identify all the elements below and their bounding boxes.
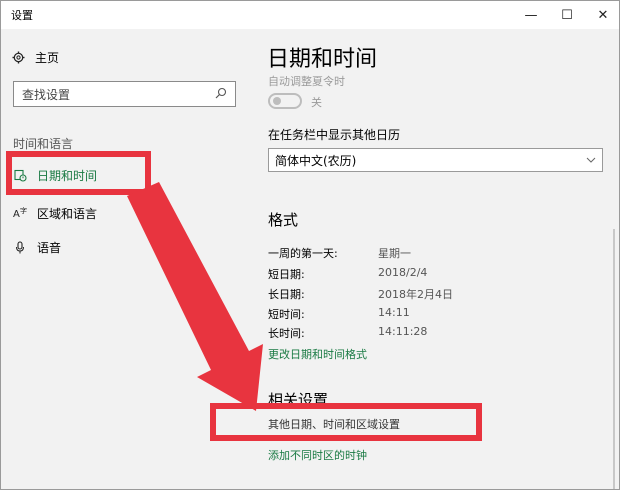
calendar-label: 在任务栏中显示其他日历 [268, 128, 401, 142]
change-format-link[interactable]: 更改日期和时间格式 [268, 346, 367, 362]
sidebar-item-label: 区域和语言 [37, 206, 98, 221]
language-icon: A字 [13, 207, 27, 220]
format-row: 一周的第一天: 星期一 [268, 245, 411, 261]
svg-text:字: 字 [20, 207, 27, 215]
sidebar-item-label: 语音 [37, 240, 62, 255]
format-label: 短日期: [268, 268, 305, 281]
add-clocks-link[interactable]: 添加不同时区的时钟 [268, 447, 367, 463]
format-row: 短时间: 14:11 [268, 306, 410, 322]
toggle-knob [273, 97, 281, 105]
sidebar-item-region-language[interactable]: A字 区域和语言 [13, 201, 97, 225]
auto-dst-label: 自动调整夏令时 [268, 75, 345, 88]
calendar-value: 简体中文(农历) [275, 153, 357, 168]
page-title: 日期和时间 [267, 47, 378, 72]
calendar-select[interactable]: 简体中文(农历) [268, 148, 603, 172]
format-value: 2018年2月4日 [378, 288, 453, 301]
format-value: 14:11 [378, 306, 410, 319]
format-row: 长日期: 2018年2月4日 [268, 286, 453, 302]
title-bar: 设置 — ☐ ✕ [1, 1, 619, 29]
format-label: 短时间: [268, 308, 305, 321]
gear-icon [11, 51, 25, 64]
annotation-box-sidebar [6, 151, 151, 195]
format-row: 短日期: 2018/2/4 [268, 266, 427, 282]
microphone-icon [13, 240, 27, 254]
auto-dst-state: 关 [311, 96, 322, 109]
format-label: 长日期: [268, 288, 305, 301]
search-input[interactable]: 查找设置 [13, 81, 236, 107]
search-icon[interactable] [215, 87, 227, 102]
scrollbar[interactable] [613, 229, 615, 489]
settings-window: 设置 — ☐ ✕ 主页 查找设置 时间和语言 日期和时间 A字 区域和语言 语音… [0, 0, 620, 490]
sidebar-item-speech[interactable]: 语音 [13, 235, 61, 259]
home-link[interactable]: 主页 [11, 47, 59, 67]
format-title: 格式 [268, 211, 299, 229]
annotation-box-link [210, 403, 482, 441]
search-placeholder: 查找设置 [22, 87, 71, 102]
format-label: 长时间: [268, 327, 305, 340]
chevron-down-icon [586, 155, 596, 166]
window-title: 设置 [11, 9, 33, 22]
auto-dst-toggle[interactable] [268, 93, 302, 109]
close-button[interactable]: ✕ [581, 1, 620, 29]
format-row: 长时间: 14:11:28 [268, 325, 427, 341]
format-value: 星期一 [378, 247, 411, 260]
format-label: 一周的第一天: [268, 247, 338, 260]
svg-text:A: A [13, 209, 20, 220]
section-label: 时间和语言 [13, 137, 74, 151]
format-value: 2018/2/4 [378, 266, 428, 279]
format-value: 14:11:28 [378, 325, 428, 338]
home-label: 主页 [35, 50, 60, 65]
